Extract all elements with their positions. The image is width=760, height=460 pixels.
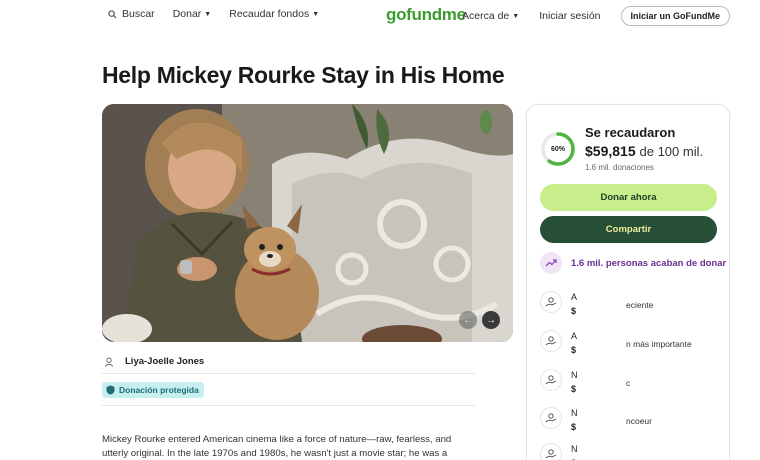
donor-name: A: [571, 292, 578, 302]
donor-amount: $: [571, 422, 577, 432]
signin-link[interactable]: Iniciar sesión: [539, 10, 600, 22]
donor-item: N $ ncoeur: [540, 407, 720, 437]
donor-name: N: [571, 408, 578, 418]
trend-text: 1.6 mil. personas acaban de donar: [571, 257, 727, 269]
protected-label: Donación protegida: [119, 385, 199, 395]
nav-left: Buscar Donar ▼ Recaudar fondos ▼: [108, 8, 337, 20]
donation-hand-icon: [540, 443, 562, 460]
photo-next-button[interactable]: →: [482, 311, 500, 329]
photo-prev-button[interactable]: ←: [459, 311, 477, 329]
donation-hand-icon: [540, 369, 562, 391]
organizer-name: Liya-Joelle Jones: [125, 356, 205, 367]
donation-hand-icon: [540, 407, 562, 429]
donor-tag: c: [626, 378, 631, 388]
gofundme-logo[interactable]: gofundme: [386, 5, 466, 25]
donor-name: N: [571, 370, 578, 380]
donate-menu[interactable]: Donar ▼: [173, 8, 212, 20]
organizer-row[interactable]: Liya-Joelle Jones: [102, 350, 475, 374]
donor-name: A: [571, 331, 578, 341]
campaign-title: Help Mickey Rourke Stay in His Home: [102, 62, 505, 88]
fundraise-menu-label: Recaudar fondos: [229, 8, 310, 20]
trending-up-icon: [540, 252, 562, 274]
user-icon: [104, 357, 114, 367]
photo-illustration: [102, 104, 513, 342]
donor-name: N: [571, 444, 578, 454]
donor-amount: $: [571, 384, 577, 394]
donor-item: A $ n más importante: [540, 330, 720, 360]
donor-item: N $ c: [540, 369, 720, 399]
raised-amount: $59,815 de 100 mil.: [585, 143, 703, 159]
caret-down-icon: ▼: [512, 12, 520, 20]
about-menu[interactable]: Acerca de ▼: [462, 10, 519, 22]
donor-amount: $: [571, 306, 577, 316]
progress-percent: 60%: [550, 145, 565, 153]
donor-amount: $: [571, 345, 577, 355]
top-nav: Buscar Donar ▼ Recaudar fondos ▼ gofundm…: [0, 0, 760, 30]
share-button[interactable]: Compartir: [540, 216, 717, 243]
donor-tag: n más importante: [626, 339, 692, 349]
raised-label: Se recaudaron: [585, 125, 676, 140]
donation-card: 60% Se recaudaron $59,815 de 100 mil. 1.…: [526, 104, 730, 460]
arrow-left-icon: ←: [463, 314, 473, 326]
donor-item: A $ eciente: [540, 291, 720, 321]
donation-hand-icon: [540, 330, 562, 352]
amount-raised: $59,815: [585, 143, 636, 159]
donor-tag: ncoeur: [626, 416, 652, 426]
donate-menu-label: Donar: [172, 8, 202, 20]
caret-down-icon: ▼: [312, 10, 320, 18]
arrow-right-icon: →: [486, 314, 496, 326]
search-label: Buscar: [122, 8, 155, 20]
donor-item: N $: [540, 443, 720, 460]
protected-badge[interactable]: Donación protegida: [102, 382, 204, 398]
caret-down-icon: ▼: [204, 10, 212, 18]
search-icon: [108, 9, 117, 19]
donate-now-button[interactable]: Donar ahora: [540, 184, 717, 211]
start-gofundme-button[interactable]: Iniciar un GoFundMe: [620, 6, 730, 26]
goal-amount: de 100 mil.: [639, 144, 704, 159]
campaign-photo[interactable]: ← →: [102, 104, 513, 342]
donations-count: 1.6 mil. donaciones: [585, 163, 654, 172]
fundraise-menu[interactable]: Recaudar fondos ▼: [229, 8, 319, 20]
about-menu-label: Acerca de: [462, 10, 510, 22]
recent-donations-trend: 1.6 mil. personas acaban de donar: [540, 252, 726, 274]
search-link[interactable]: Buscar: [108, 8, 155, 20]
shield-icon: [106, 385, 115, 395]
campaign-story: Mickey Rourke entered American cinema li…: [102, 434, 452, 459]
nav-right: Acerca de ▼ Iniciar sesión Iniciar un Go…: [462, 6, 730, 26]
protected-section: Donación protegida: [102, 376, 475, 406]
donation-hand-icon: [540, 291, 562, 313]
donor-tag: eciente: [626, 300, 654, 310]
